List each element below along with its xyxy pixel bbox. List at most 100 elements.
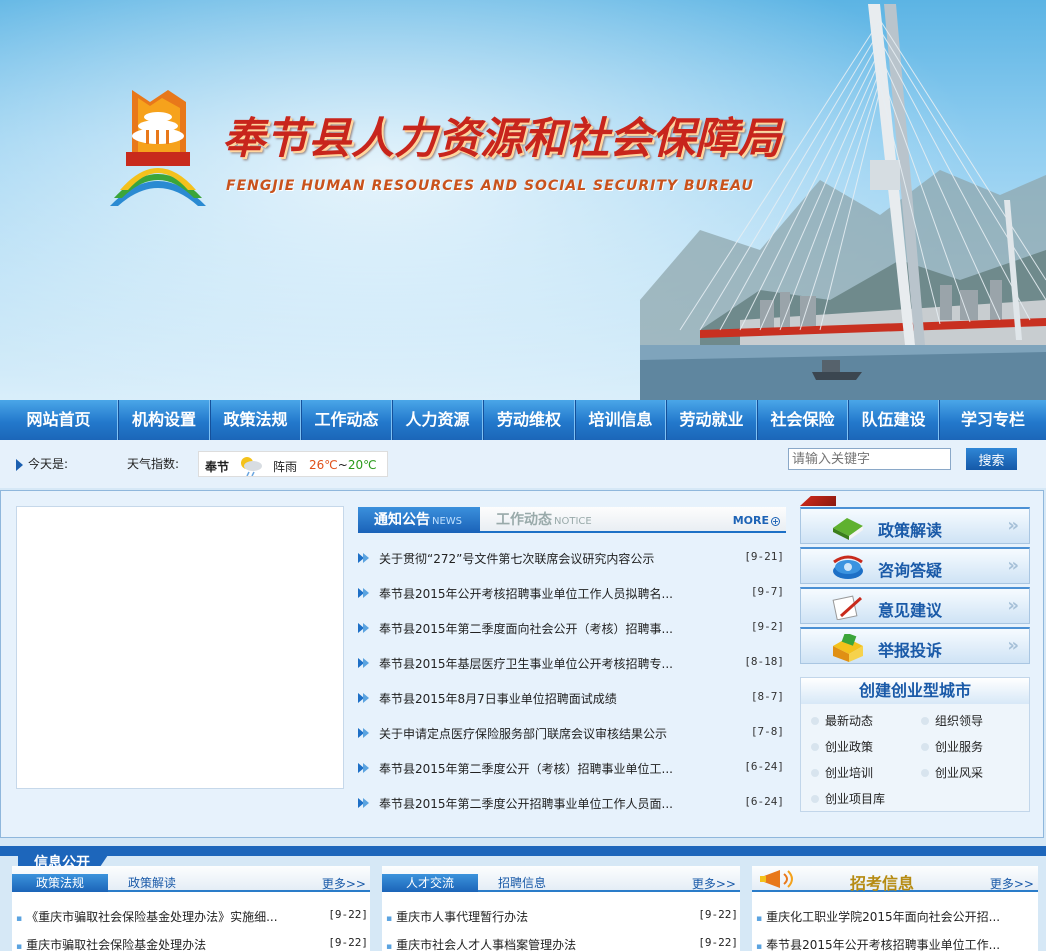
news-title[interactable]: 关于贯彻“272”号文件第七次联席会议研究内容公示 xyxy=(379,550,679,567)
nav-employment[interactable]: 劳动就业 xyxy=(666,400,757,440)
startup-link[interactable]: 创业培训 xyxy=(811,764,873,781)
telephone-icon xyxy=(833,555,863,579)
news-item[interactable]: 奉节县2015年8月7日事业单位招聘面试成绩 [8-7] xyxy=(358,680,786,715)
news-item[interactable]: 奉节县2015年公开考核招聘事业单位工作人员拟聘名... [9-7] xyxy=(358,575,786,610)
list-item-title[interactable]: 重庆化工职业学院2015年面向社会公开招... xyxy=(756,908,1000,925)
nav-labor-rights[interactable]: 劳动维权 xyxy=(483,400,575,440)
news-title[interactable]: 奉节县2015年第二季度面向社会公开（考核）招聘事... xyxy=(379,620,679,637)
startup-link[interactable]: 创业项目库 xyxy=(811,790,885,807)
image-slideshow[interactable] xyxy=(16,506,344,789)
news-list: 关于贯彻“272”号文件第七次联席会议研究内容公示 [9-21] 奉节县2015年… xyxy=(358,540,786,820)
double-arrow-icon xyxy=(358,798,369,808)
quick-link-consulting[interactable]: 咨询答疑 » xyxy=(800,547,1030,584)
quick-link-complaints[interactable]: 举报投诉 » xyxy=(800,627,1030,664)
nav-study[interactable]: 学习专栏 xyxy=(939,400,1046,440)
nav-training[interactable]: 培训信息 xyxy=(575,400,666,440)
startup-link[interactable]: 最新动态 xyxy=(811,712,873,729)
list-item[interactable]: 重庆市骗取社会保险基金处理办法 [9-22] xyxy=(16,936,374,951)
list-item-title[interactable]: 重庆市社会人才人事档案管理办法 xyxy=(386,936,576,951)
list-item-title[interactable]: 重庆市骗取社会保险基金处理办法 xyxy=(16,936,206,951)
main-navigation: 网站首页 机构设置 政策法规 工作动态 人力资源 劳动维权 培训信息 劳动就业 … xyxy=(0,400,1046,440)
search-button[interactable]: 搜索 xyxy=(966,448,1017,470)
site-title: 奉节县人力资源和社会保障局 xyxy=(222,114,781,164)
quick-link-policy-interpretation[interactable]: 政策解读 » xyxy=(800,507,1030,544)
quick-link-label: 政策解读 xyxy=(878,521,943,540)
nav-policy[interactable]: 政策法规 xyxy=(210,400,301,440)
news-date: [8-7] xyxy=(750,690,784,703)
tab-talent-exchange[interactable]: 人才交流 xyxy=(382,874,479,892)
list-item[interactable]: 重庆化工职业学院2015年面向社会公开招... xyxy=(756,908,1042,928)
bullet-icon xyxy=(921,716,929,725)
search-input[interactable] xyxy=(788,448,951,470)
news-date: [6-24] xyxy=(744,760,784,773)
news-title[interactable]: 奉节县2015年第二季度公开（考核）招聘事业单位工... xyxy=(379,760,679,777)
weather-condition: 阵雨 xyxy=(273,460,298,474)
news-title[interactable]: 奉节县2015年8月7日事业单位招聘面试成绩 xyxy=(379,690,679,707)
news-more-label: MORE xyxy=(732,514,769,527)
list-item[interactable]: 重庆市人事代理暂行办法 [9-22] xyxy=(386,908,744,928)
tab-policy-interpretation[interactable]: 政策解读 xyxy=(128,874,176,892)
list-item-title[interactable]: 《重庆市骗取社会保险基金处理办法》实施细... xyxy=(16,908,277,925)
list-item-title[interactable]: 奉节县2015年公开考核招聘事业单位工作... xyxy=(756,936,1000,951)
startup-link-label: 创业项目库 xyxy=(825,792,886,806)
news-title[interactable]: 奉节县2015年基层医疗卫生事业单位公开考核招聘专... xyxy=(379,655,679,672)
weather-widget: 奉节 阵雨 26℃~20℃ xyxy=(198,451,388,477)
nav-organization[interactable]: 机构设置 xyxy=(118,400,210,440)
tab-policy-laws[interactable]: 政策法规 xyxy=(12,874,109,892)
news-item[interactable]: 奉节县2015年第二季度面向社会公开（考核）招聘事... [9-2] xyxy=(358,610,786,645)
tab-recruitment[interactable]: 招聘信息 xyxy=(498,874,546,892)
bullet-icon xyxy=(811,768,819,777)
tab-notices[interactable]: 通知公告 NEWS xyxy=(358,507,480,533)
news-item[interactable]: 奉节县2015年基层医疗卫生事业单位公开考核招聘专... [8-18] xyxy=(358,645,786,680)
news-title[interactable]: 奉节县2015年公开考核招聘事业单位工作人员拟聘名... xyxy=(379,585,679,602)
weather-label: 天气指数: xyxy=(127,457,180,471)
startup-link[interactable]: 创业服务 xyxy=(921,738,983,755)
weather-temperature: 26℃~20℃ xyxy=(309,458,377,472)
list-item-date: [9-22] xyxy=(698,936,738,949)
book-icon xyxy=(833,518,863,540)
site-subtitle: FENGJIE HUMAN RESOURCES AND SOCIAL SECUR… xyxy=(226,178,754,194)
news-item[interactable]: 奉节县2015年第二季度公开招聘事业单位工作人员面... [6-24] xyxy=(358,785,786,820)
news-title[interactable]: 奉节县2015年第二季度公开招聘事业单位工作人员面... xyxy=(379,795,679,812)
panel-talent-more-link[interactable]: 更多>> xyxy=(692,875,736,892)
nav-home[interactable]: 网站首页 xyxy=(0,400,118,440)
startup-link[interactable]: 创业政策 xyxy=(811,738,873,755)
panel-exam-more-link[interactable]: 更多>> xyxy=(990,875,1034,892)
tab-work-news[interactable]: 工作动态 NOTICE xyxy=(496,507,592,533)
startup-link[interactable]: 创业风采 xyxy=(921,764,983,781)
news-date: [8-18] xyxy=(744,655,784,668)
list-item[interactable]: 《重庆市骗取社会保险基金处理办法》实施细... [9-22] xyxy=(16,908,374,928)
startup-link-label: 创业风采 xyxy=(935,766,984,780)
news-date: [9-2] xyxy=(750,620,784,633)
double-arrow-icon xyxy=(358,658,369,668)
double-arrow-icon xyxy=(358,553,369,563)
news-item[interactable]: 奉节县2015年第二季度公开（考核）招聘事业单位工... [6-24] xyxy=(358,750,786,785)
list-item[interactable]: 奉节县2015年公开考核招聘事业单位工作... xyxy=(756,936,1042,951)
weather-city: 奉节 xyxy=(205,460,230,474)
panel-policy-more-link[interactable]: 更多>> xyxy=(322,875,366,892)
news-more-link[interactable]: MORE + xyxy=(733,514,780,527)
news-tabs: 通知公告 NEWS 工作动态 NOTICE MORE + xyxy=(358,507,786,533)
panel-exam: 招考信息 更多>> 重庆化工职业学院2015年面向社会公开招... 奉节县201… xyxy=(752,866,1038,951)
startup-link-label: 创业服务 xyxy=(935,740,984,754)
list-item-title[interactable]: 重庆市人事代理暂行办法 xyxy=(386,908,528,925)
nav-human-resources[interactable]: 人力资源 xyxy=(392,400,483,440)
bullet-icon xyxy=(811,794,819,803)
news-item[interactable]: 关于贯彻“272”号文件第七次联席会议研究内容公示 [9-21] xyxy=(358,540,786,575)
ballot-box-icon xyxy=(833,634,863,662)
nav-team-building[interactable]: 队伍建设 xyxy=(848,400,939,440)
quick-link-suggestions[interactable]: 意见建议 » xyxy=(800,587,1030,624)
list-item-date: [9-22] xyxy=(698,908,738,921)
news-title[interactable]: 关于申请定点医疗保险服务部门联席会议审核结果公示 xyxy=(379,725,679,742)
list-item-date: [9-22] xyxy=(328,936,368,949)
exam-info-title: 招考信息 xyxy=(850,874,915,893)
news-date: [9-7] xyxy=(750,585,784,598)
nav-social-insurance[interactable]: 社会保险 xyxy=(757,400,848,440)
startup-link-label: 创业政策 xyxy=(825,740,874,754)
news-item[interactable]: 关于申请定点医疗保险服务部门联席会议审核结果公示 [7-8] xyxy=(358,715,786,750)
nav-work-news[interactable]: 工作动态 xyxy=(301,400,392,440)
tab-work-news-en: NOTICE xyxy=(554,516,592,527)
tab-notices-label: 通知公告 xyxy=(374,512,430,528)
list-item[interactable]: 重庆市社会人才人事档案管理办法 [9-22] xyxy=(386,936,744,951)
startup-link[interactable]: 组织领导 xyxy=(921,712,983,729)
